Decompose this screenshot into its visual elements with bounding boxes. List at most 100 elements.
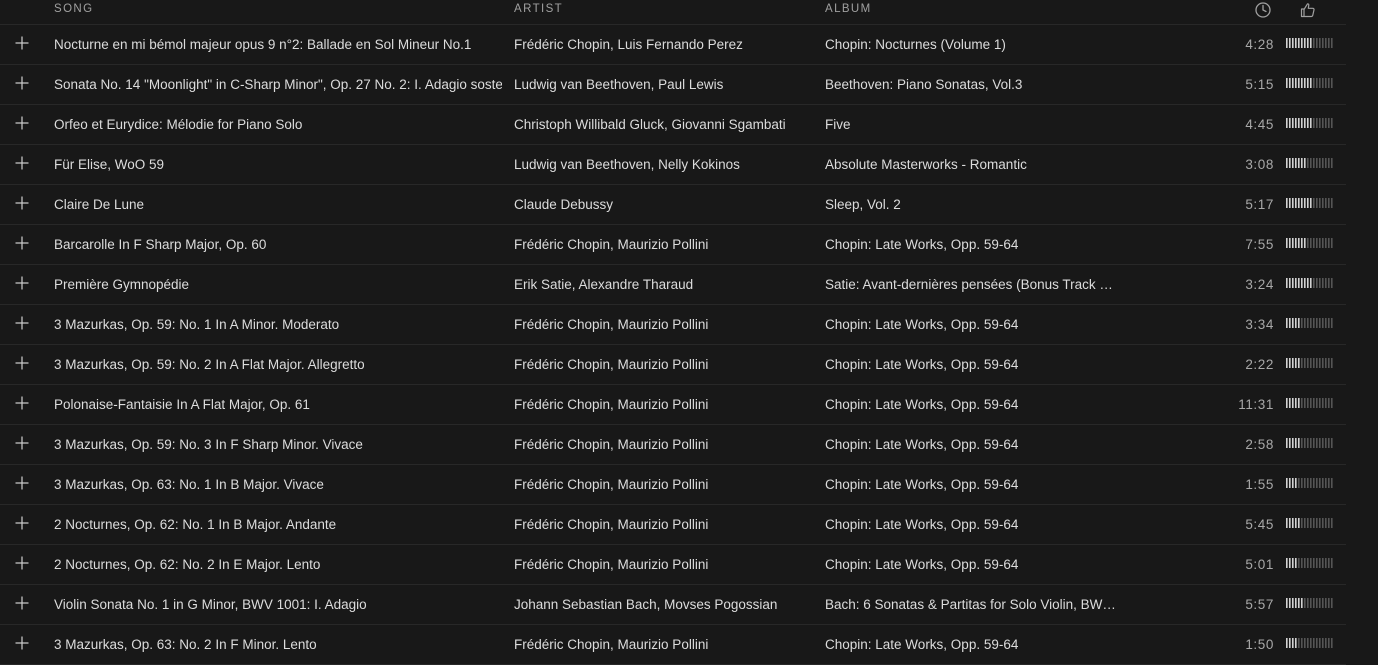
plus-icon[interactable] [14, 435, 30, 451]
thumbs-up-icon[interactable] [1299, 1, 1317, 19]
column-header-artist[interactable]: ARTIST [514, 3, 563, 15]
popularity-tick [1307, 118, 1309, 128]
plus-icon[interactable] [14, 275, 30, 291]
popularity-tick [1310, 78, 1312, 88]
track-row[interactable]: 3 Mazurkas, Op. 59: No. 1 In A Minor. Mo… [0, 305, 1346, 345]
plus-icon[interactable] [14, 555, 30, 571]
track-title[interactable]: 3 Mazurkas, Op. 63: No. 2 In F Minor. Le… [54, 636, 502, 653]
track-title[interactable]: 2 Nocturnes, Op. 62: No. 2 In E Major. L… [54, 556, 502, 573]
track-artist[interactable]: Frédéric Chopin, Maurizio Pollini [514, 436, 812, 453]
column-header-song[interactable]: SONG [54, 3, 93, 15]
track-album[interactable]: Five [825, 116, 1119, 133]
popularity-tick [1295, 478, 1297, 488]
plus-icon[interactable] [14, 315, 30, 331]
popularity-tick [1328, 558, 1330, 568]
track-artist[interactable]: Frédéric Chopin, Maurizio Pollini [514, 316, 812, 333]
track-title[interactable]: 3 Mazurkas, Op. 59: No. 3 In F Sharp Min… [54, 436, 502, 453]
track-row[interactable]: Barcarolle In F Sharp Major, Op. 60 Frédé… [0, 225, 1346, 265]
plus-icon[interactable] [14, 595, 30, 611]
track-title[interactable]: Nocturne en mi bémol majeur opus 9 n°2: … [54, 36, 502, 53]
track-artist[interactable]: Ludwig van Beethoven, Nelly Kokinos [514, 156, 812, 173]
track-album[interactable]: Chopin: Late Works, Opp. 59-64 [825, 236, 1119, 253]
track-row[interactable]: 3 Mazurkas, Op. 63: No. 1 In B Major. Vi… [0, 465, 1346, 505]
track-album[interactable]: Beethoven: Piano Sonatas, Vol.3 [825, 76, 1119, 93]
track-row[interactable]: 3 Mazurkas, Op. 59: No. 2 In A Flat Majo… [0, 345, 1346, 385]
plus-icon[interactable] [14, 195, 30, 211]
popularity-tick [1289, 158, 1291, 168]
plus-icon[interactable] [14, 235, 30, 251]
track-title[interactable]: Violin Sonata No. 1 in G Minor, BWV 1001… [54, 596, 502, 613]
track-album[interactable]: Chopin: Late Works, Opp. 59-64 [825, 356, 1119, 373]
track-album[interactable]: Bach: 6 Sonatas & Partitas for Solo Viol… [825, 596, 1119, 613]
plus-icon[interactable] [14, 475, 30, 491]
track-title[interactable]: 2 Nocturnes, Op. 62: No. 1 In B Major. A… [54, 516, 502, 533]
plus-icon[interactable] [14, 395, 30, 411]
track-row[interactable]: Première Gymnopédie Erik Satie, Alexandre… [0, 265, 1346, 305]
track-artist[interactable]: Frédéric Chopin, Maurizio Pollini [514, 476, 812, 493]
track-title[interactable]: Première Gymnopédie [54, 276, 502, 293]
track-artist[interactable]: Ludwig van Beethoven, Paul Lewis [514, 76, 812, 93]
popularity-tick [1325, 518, 1327, 528]
track-row[interactable]: 3 Mazurkas, Op. 59: No. 3 In F Sharp Min… [0, 425, 1346, 465]
track-title[interactable]: 3 Mazurkas, Op. 59: No. 2 In A Flat Majo… [54, 356, 502, 373]
track-album[interactable]: Chopin: Late Works, Opp. 59-64 [825, 516, 1119, 533]
clock-icon[interactable] [1254, 1, 1272, 19]
track-title[interactable]: Sonata No. 14 "Moonlight" in C-Sharp Min… [54, 76, 502, 93]
track-row[interactable]: 2 Nocturnes, Op. 62: No. 2 In E Major. L… [0, 545, 1346, 585]
popularity-tick [1325, 598, 1327, 608]
track-artist[interactable]: Frédéric Chopin, Maurizio Pollini [514, 636, 812, 653]
track-artist[interactable]: Frédéric Chopin, Maurizio Pollini [514, 556, 812, 573]
popularity-tick [1298, 558, 1300, 568]
track-title[interactable]: Claire De Lune [54, 196, 502, 213]
column-header-album[interactable]: ALBUM [825, 3, 872, 15]
track-title[interactable]: Polonaise-Fantaisie In A Flat Major, Op.… [54, 396, 502, 413]
plus-icon[interactable] [14, 35, 30, 51]
popularity-tick [1301, 118, 1303, 128]
popularity-tick [1319, 318, 1321, 328]
track-title[interactable]: 3 Mazurkas, Op. 63: No. 1 In B Major. Vi… [54, 476, 502, 493]
track-row[interactable]: Polonaise-Fantaisie In A Flat Major, Op.… [0, 385, 1346, 425]
track-title[interactable]: Orfeo et Eurydice: Mélodie for Piano Sol… [54, 116, 502, 133]
track-album[interactable]: Absolute Masterworks - Romantic [825, 156, 1119, 173]
track-artist[interactable]: Claude Debussy [514, 196, 812, 213]
track-artist[interactable]: Frédéric Chopin, Maurizio Pollini [514, 356, 812, 373]
track-row[interactable]: 2 Nocturnes, Op. 62: No. 1 In B Major. A… [0, 505, 1346, 545]
plus-icon[interactable] [14, 155, 30, 171]
popularity-tick [1322, 198, 1324, 208]
plus-icon[interactable] [14, 355, 30, 371]
track-album[interactable]: Sleep, Vol. 2 [825, 196, 1119, 213]
track-artist[interactable]: Christoph Willibald Gluck, Giovanni Sgam… [514, 116, 812, 133]
track-artist[interactable]: Johann Sebastian Bach, Movses Pogossian [514, 596, 812, 613]
track-album[interactable]: Chopin: Late Works, Opp. 59-64 [825, 556, 1119, 573]
track-row[interactable]: Orfeo et Eurydice: Mélodie for Piano Sol… [0, 105, 1346, 145]
plus-icon[interactable] [14, 75, 30, 91]
track-album[interactable]: Chopin: Late Works, Opp. 59-64 [825, 436, 1119, 453]
popularity-tick [1289, 198, 1291, 208]
track-album[interactable]: Chopin: Late Works, Opp. 59-64 [825, 636, 1119, 653]
track-row[interactable]: Sonata No. 14 "Moonlight" in C-Sharp Min… [0, 65, 1346, 105]
track-artist[interactable]: Frédéric Chopin, Maurizio Pollini [514, 236, 812, 253]
track-artist[interactable]: Frédéric Chopin, Maurizio Pollini [514, 396, 812, 413]
track-row[interactable]: Nocturne en mi bémol majeur opus 9 n°2: … [0, 25, 1346, 65]
track-title[interactable]: Barcarolle In F Sharp Major, Op. 60 [54, 236, 502, 253]
track-album[interactable]: Satie: Avant-dernières pensées (Bonus Tr… [825, 276, 1119, 293]
track-row[interactable]: Violin Sonata No. 1 in G Minor, BWV 1001… [0, 585, 1346, 625]
track-row[interactable]: Für Elise, WoO 59 Ludwig van Beethoven, N… [0, 145, 1346, 185]
popularity-tick [1331, 518, 1333, 528]
plus-icon[interactable] [14, 515, 30, 531]
track-artist[interactable]: Frédéric Chopin, Maurizio Pollini [514, 516, 812, 533]
track-row[interactable]: 3 Mazurkas, Op. 63: No. 2 In F Minor. Le… [0, 625, 1346, 665]
plus-icon[interactable] [14, 635, 30, 651]
track-row[interactable]: Claire De Lune Claude Debussy Sleep, Vol. … [0, 185, 1346, 225]
popularity-tick [1310, 38, 1312, 48]
track-album[interactable]: Chopin: Nocturnes (Volume 1) [825, 36, 1119, 53]
plus-icon[interactable] [14, 115, 30, 131]
track-title[interactable]: Für Elise, WoO 59 [54, 156, 502, 173]
track-album[interactable]: Chopin: Late Works, Opp. 59-64 [825, 476, 1119, 493]
track-album[interactable]: Chopin: Late Works, Opp. 59-64 [825, 396, 1119, 413]
track-album[interactable]: Chopin: Late Works, Opp. 59-64 [825, 316, 1119, 333]
track-artist[interactable]: Frédéric Chopin, Luis Fernando Perez [514, 36, 812, 53]
popularity-tick [1304, 38, 1306, 48]
track-artist[interactable]: Erik Satie, Alexandre Tharaud [514, 276, 812, 293]
track-title[interactable]: 3 Mazurkas, Op. 59: No. 1 In A Minor. Mo… [54, 316, 502, 333]
